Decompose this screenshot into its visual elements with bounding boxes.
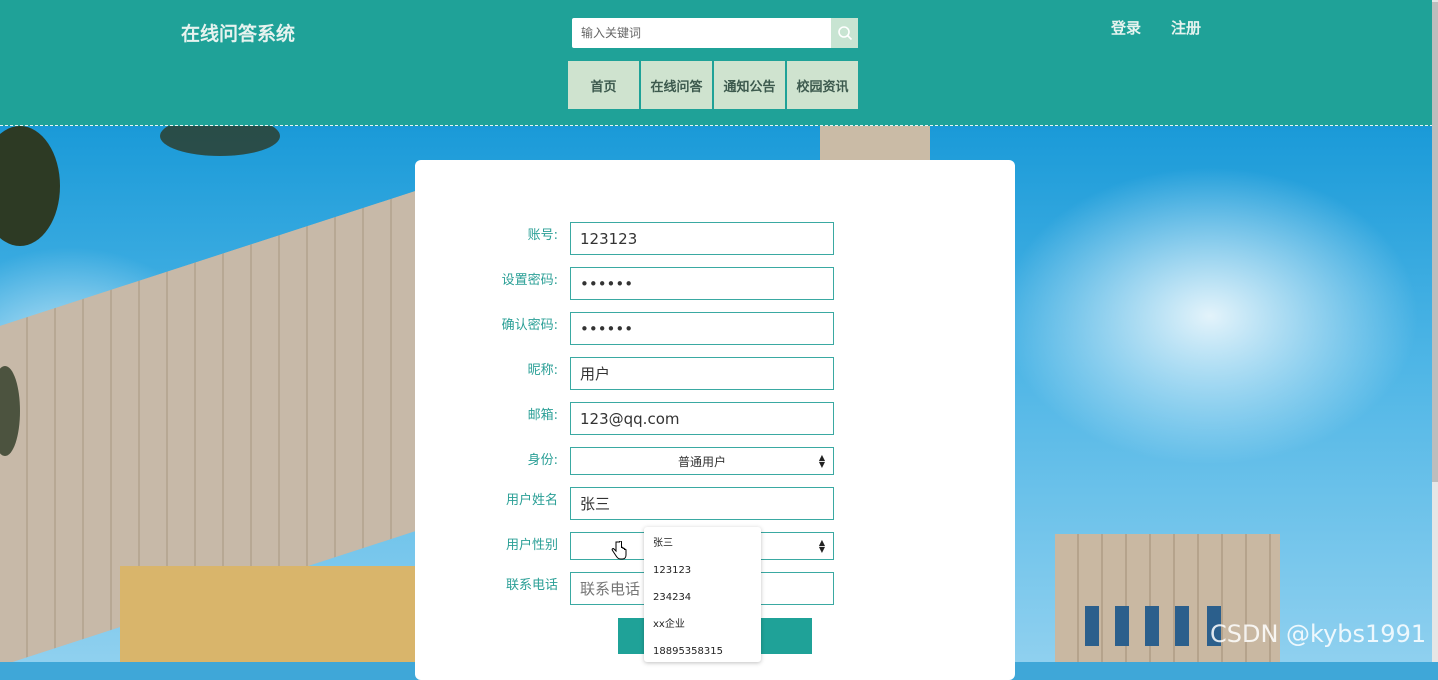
- login-link[interactable]: 登录: [1111, 17, 1141, 38]
- form-row-confirm-password: 确认密码: ••••••: [415, 312, 1015, 346]
- scrollbar[interactable]: [1432, 0, 1438, 662]
- account-label: 账号:: [527, 228, 558, 243]
- building-window: [1145, 606, 1159, 646]
- form-row-nickname: 昵称: 用户: [415, 357, 1015, 391]
- select-arrows-icon: ▲ ▼: [818, 538, 825, 554]
- confirm-password-label: 确认密码:: [501, 318, 558, 333]
- autocomplete-item[interactable]: xx企业: [644, 611, 761, 638]
- account-input[interactable]: 123123: [570, 222, 834, 255]
- cloud: [1000, 166, 1420, 466]
- nav-item-notice[interactable]: 通知公告: [714, 61, 785, 109]
- nav-item-news[interactable]: 校园资讯: [787, 61, 858, 109]
- password-label: 设置密码:: [501, 273, 558, 288]
- tree: [160, 126, 280, 156]
- building: [120, 566, 420, 662]
- form-row-identity: 身份: 普通用户 ▲ ▼: [415, 447, 1015, 481]
- nickname-input[interactable]: 用户: [570, 357, 834, 390]
- autocomplete-item[interactable]: 18895358315: [644, 638, 761, 662]
- autocomplete-item[interactable]: 张三: [644, 530, 761, 557]
- identity-selected-value: 普通用户: [677, 454, 726, 469]
- search-box: [572, 18, 858, 48]
- search-icon: [837, 26, 852, 41]
- autocomplete-item[interactable]: 234234: [644, 584, 761, 611]
- search-input[interactable]: [572, 18, 828, 48]
- building-window: [1115, 606, 1129, 646]
- register-link[interactable]: 注册: [1171, 17, 1201, 38]
- nav-item-home[interactable]: 首页: [568, 61, 639, 109]
- phone-label: 联系电话: [505, 578, 558, 593]
- gender-label: 用户性别: [505, 538, 558, 553]
- confirm-password-input[interactable]: ••••••: [570, 312, 834, 345]
- real-name-label: 用户姓名: [505, 493, 558, 508]
- scrollbar-thumb[interactable]: [1432, 2, 1438, 482]
- tree: [0, 126, 60, 246]
- email-input[interactable]: 123@qq.com: [570, 402, 834, 435]
- main-nav: 首页 在线问答 通知公告 校园资讯: [568, 61, 860, 109]
- site-title[interactable]: 在线问答系统: [181, 19, 295, 46]
- form-row-email: 邮箱: 123@qq.com: [415, 402, 1015, 436]
- form-row-password: 设置密码: ••••••: [415, 267, 1015, 301]
- building-window: [1175, 606, 1189, 646]
- form-row-account: 账号: 123123: [415, 222, 1015, 256]
- watermark: CSDN @kybs1991: [1210, 620, 1427, 648]
- email-label: 邮箱:: [527, 408, 558, 423]
- select-arrows-icon: ▲ ▼: [818, 453, 825, 469]
- building-window: [1085, 606, 1099, 646]
- password-input[interactable]: ••••••: [570, 267, 834, 300]
- identity-select[interactable]: 普通用户 ▲ ▼: [570, 447, 834, 475]
- form-row-real-name: 用户姓名 张三: [415, 487, 1015, 521]
- real-name-input[interactable]: 张三: [570, 487, 834, 520]
- autocomplete-dropdown: 张三 123123 234234 xx企业 18895358315: [644, 527, 761, 662]
- autocomplete-item[interactable]: 123123: [644, 557, 761, 584]
- hand-cursor-icon: [611, 541, 627, 560]
- header: 在线问答系统 登录 注册 首页 在线问答 通知公告 校园资讯: [0, 0, 1438, 126]
- identity-label: 身份:: [527, 453, 558, 468]
- search-button[interactable]: [831, 18, 858, 48]
- nickname-label: 昵称:: [527, 363, 558, 378]
- nav-item-qa[interactable]: 在线问答: [641, 61, 712, 109]
